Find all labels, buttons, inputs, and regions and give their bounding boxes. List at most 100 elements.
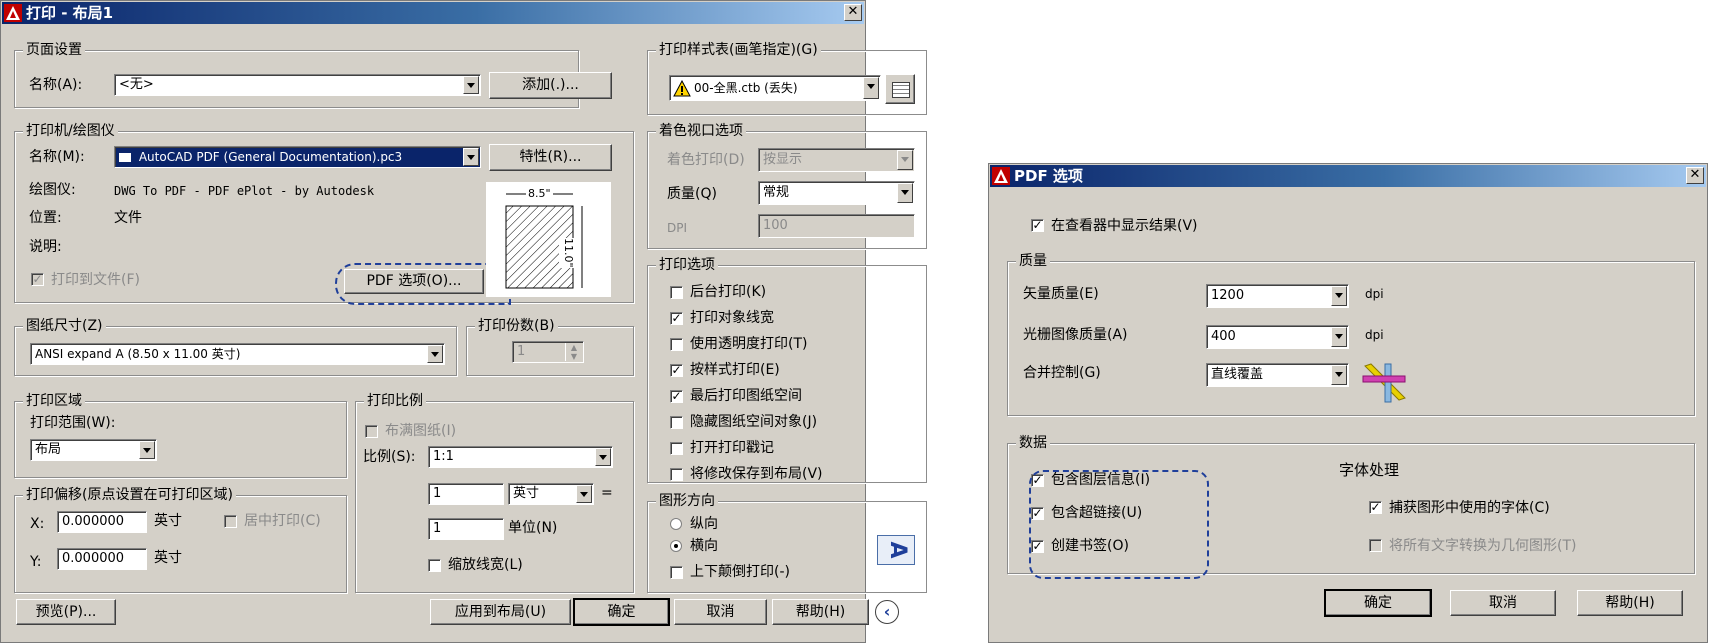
plot-option-checkbox[interactable] [670, 338, 683, 351]
plot-option-checkbox[interactable] [670, 468, 683, 481]
pdf-ok-button[interactable]: 确定 [1324, 589, 1432, 617]
pdf-options-dialog: PDF 选项 ✕ ✓ 在查看器中显示结果(V) 质量 矢量质量(E) 1200 … [988, 163, 1708, 643]
help-button[interactable]: 帮助(H) [772, 599, 869, 625]
printer-name-value: AutoCAD PDF (General Documentation).pc3 [138, 150, 403, 164]
landscape-label: 横向 [690, 538, 718, 554]
paper-preview: 8.5" 11.0" [486, 182, 611, 297]
plot-range-value: 布局 [35, 442, 62, 457]
plot-option-checkbox[interactable] [670, 442, 683, 455]
style-table-legend: 打印样式表(画笔指定)(G) [656, 41, 821, 59]
pdf-cancel-button[interactable]: 取消 [1450, 590, 1556, 616]
quality-select[interactable]: 常规 [758, 181, 915, 205]
vector-quality-label: 矢量质量(E) [1023, 286, 1099, 302]
dpi-label: DPI [667, 221, 688, 235]
scale-unit-value: 英寸 [513, 486, 540, 501]
scale-label: 比例(S): [363, 449, 416, 465]
copies-spinner[interactable]: 1 ▲ ▼ [512, 341, 584, 363]
page-setup-name-select[interactable]: <无> [114, 74, 481, 96]
convert-text-checkbox[interactable] [1369, 539, 1382, 552]
scale-unit-label: 单位(N) [508, 520, 558, 536]
plot-option-label: 打印对象线宽 [690, 310, 774, 326]
plot-range-select[interactable]: 布局 [30, 439, 157, 461]
print-to-file-checkbox[interactable]: ✓ [31, 273, 44, 286]
location-value: 文件 [114, 210, 142, 226]
plot-option-checkbox[interactable] [670, 286, 683, 299]
print-dialog-titlebar[interactable]: 打印 - 布局1 ✕ [2, 2, 864, 24]
paper-size-value: ANSI expand A (8.50 x 11.00 英寸) [35, 347, 241, 361]
dpi-input[interactable]: 100 [758, 214, 915, 238]
pdf-dialog-titlebar[interactable]: PDF 选项 ✕ [990, 165, 1706, 187]
merge-control-label: 合并控制(G) [1023, 365, 1101, 381]
cancel-button[interactable]: 取消 [674, 599, 767, 625]
style-table-value: 00-全黑.ctb (丢失) [694, 81, 798, 95]
printer-name-label: 名称(M): [29, 149, 85, 165]
paper-size-legend: 图纸尺寸(Z) [23, 317, 106, 335]
pdf-close-button[interactable]: ✕ [1686, 167, 1704, 184]
ok-button[interactable]: 确定 [573, 598, 670, 626]
printer-properties-button[interactable]: 特性(R)... [489, 144, 612, 171]
vector-quality-unit: dpi [1365, 287, 1384, 301]
plot-option-checkbox[interactable]: ✓ [670, 364, 683, 377]
dpi-value: 100 [763, 218, 788, 233]
scale-lineweights-checkbox[interactable] [428, 559, 441, 572]
scale-lineweights-label: 缩放线宽(L) [448, 557, 523, 573]
offset-x-input[interactable]: 0.000000 [57, 511, 147, 533]
raster-quality-select[interactable]: 400 [1206, 325, 1349, 349]
chevron-down-icon [1331, 286, 1347, 306]
portrait-radio[interactable] [670, 518, 682, 530]
pdf-help-button[interactable]: 帮助(H) [1577, 590, 1683, 616]
plot-range-label: 打印范围(W): [30, 415, 116, 431]
offset-y-value: 0.000000 [62, 551, 125, 566]
offset-x-unit: 英寸 [154, 513, 182, 529]
pdf-data-legend: 数据 [1016, 434, 1050, 452]
apply-to-layout-button[interactable]: 应用到布局(U) [430, 599, 571, 625]
raster-quality-unit: dpi [1365, 328, 1384, 342]
scale-equals: = [601, 485, 613, 501]
scale-unit-select[interactable]: 英寸 [508, 483, 594, 505]
plot-option-checkbox[interactable] [670, 416, 683, 429]
pdf-dialog-title: PDF 选项 [1014, 167, 1083, 185]
orientation-preview-icon: A [877, 535, 915, 565]
plot-option-label: 最后打印图纸空间 [690, 388, 802, 404]
page-setup-name-label: 名称(A): [29, 77, 83, 93]
printer-name-select[interactable]: AutoCAD PDF (General Documentation).pc3 [114, 146, 481, 168]
center-plot-checkbox[interactable] [224, 515, 237, 528]
preview-button[interactable]: 预览(P)... [16, 599, 116, 625]
capture-fonts-label: 捕获图形中使用的字体(C) [1389, 500, 1550, 516]
font-handling-heading: 字体处理 [1339, 461, 1400, 479]
edit-style-table-button[interactable] [885, 74, 915, 104]
show-viewer-label: 在查看器中显示结果(V) [1051, 218, 1198, 234]
landscape-radio[interactable] [670, 540, 682, 552]
plot-option-checkbox[interactable]: ✓ [670, 390, 683, 403]
upside-down-checkbox[interactable] [670, 566, 683, 579]
scale-value: 1:1 [433, 449, 454, 464]
scale-numerator-input[interactable]: 1 [428, 483, 504, 505]
highlight-annotation [1029, 470, 1209, 579]
chevron-down-icon [897, 150, 913, 170]
style-table-select[interactable]: 00-全黑.ctb (丢失) [669, 75, 881, 101]
print-close-button[interactable]: ✕ [844, 4, 862, 21]
fit-paper-checkbox[interactable] [365, 425, 378, 438]
capture-fonts-checkbox[interactable]: ✓ [1369, 501, 1382, 514]
merge-control-select[interactable]: 直线覆盖 [1206, 363, 1349, 387]
chevron-down-icon [1331, 327, 1347, 347]
raster-quality-value: 400 [1211, 329, 1236, 344]
shaded-viewport-legend: 着色视口选项 [656, 122, 746, 140]
quality-label: 质量(Q) [667, 186, 717, 202]
offset-y-input[interactable]: 0.000000 [57, 548, 147, 570]
show-viewer-checkbox[interactable]: ✓ [1031, 219, 1044, 232]
shade-plot-select[interactable]: 按显示 [758, 148, 915, 172]
plot-options-group: 打印选项 [647, 256, 927, 483]
vector-quality-select[interactable]: 1200 [1206, 284, 1349, 308]
scale-denominator-input[interactable]: 1 [428, 518, 504, 540]
scale-select[interactable]: 1:1 [428, 446, 613, 468]
add-page-setup-button[interactable]: 添加(.)... [489, 72, 612, 99]
plot-option-checkbox[interactable]: ✓ [670, 312, 683, 325]
offset-y-unit: 英寸 [154, 550, 182, 566]
printer-legend: 打印机/绘图仪 [23, 122, 118, 140]
copies-value: 1 [517, 344, 526, 359]
edit-table-icon [892, 82, 910, 98]
paper-size-select[interactable]: ANSI expand A (8.50 x 11.00 英寸) [30, 343, 445, 365]
collapse-options-icon[interactable]: ‹ [875, 600, 899, 624]
autocad-logo-icon [992, 167, 1010, 185]
